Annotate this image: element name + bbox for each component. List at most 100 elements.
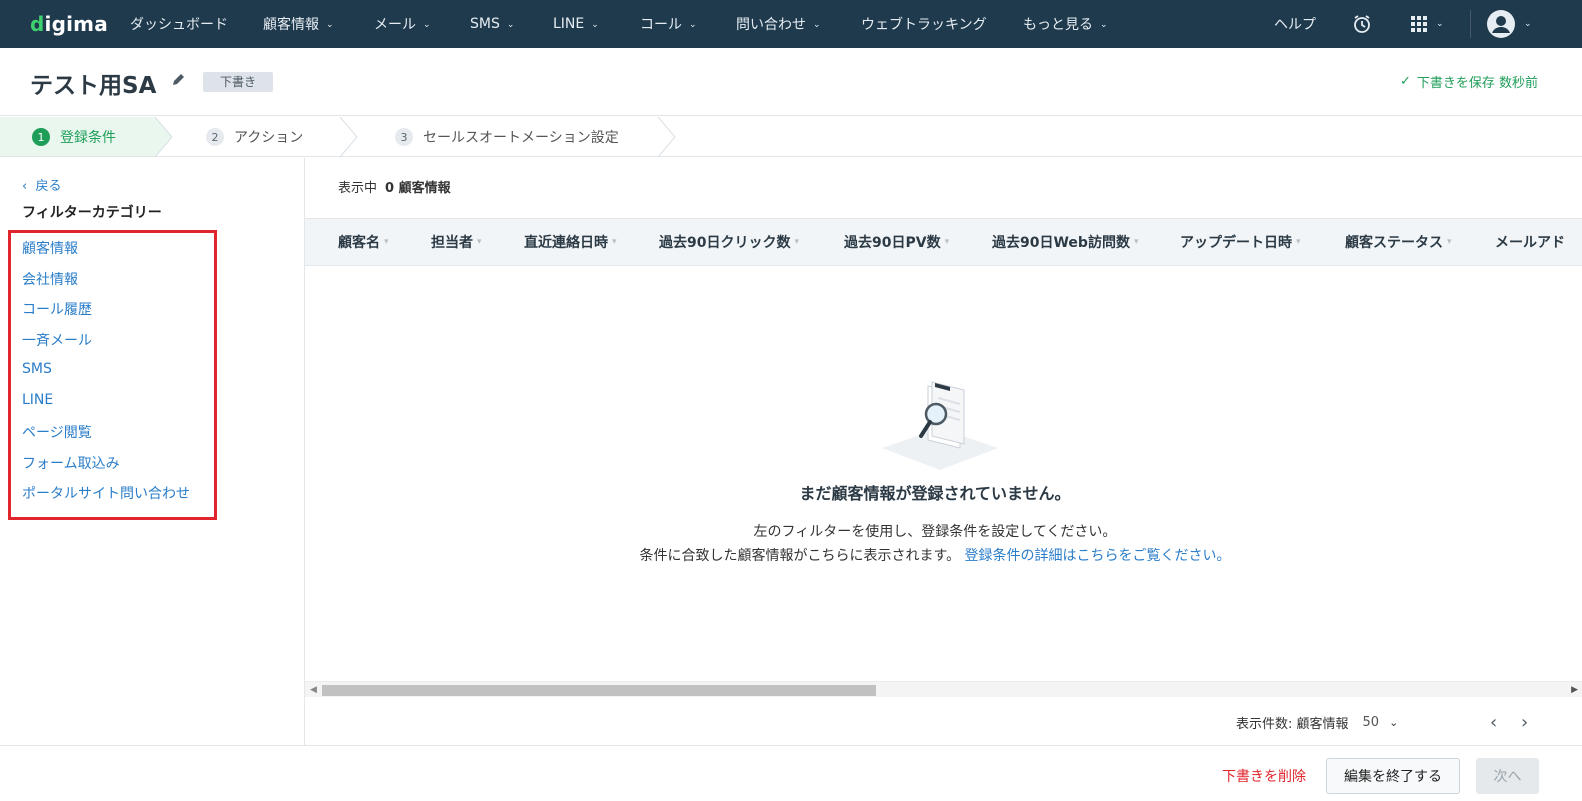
step-2[interactable]: 2 アクション	[206, 117, 303, 157]
title-bar: テスト用SA 下書き ✓ 下書きを保存 数秒前	[0, 48, 1582, 116]
column-label: 直近連絡日時	[524, 235, 608, 251]
chevron-down-icon: ⌄	[1389, 715, 1399, 729]
nav-label: もっと見る	[1023, 17, 1093, 33]
empty-state-message-2: 条件に合致した顧客情報がこちらに表示されます。 登録条件の詳細はこちらをご覧くだ…	[305, 545, 1565, 565]
step-label: 登録条件	[60, 130, 116, 146]
nav-label: LINE	[553, 16, 585, 32]
top-navigation: digima ダッシュボード 顧客情報 ⌄ メール ⌄ SMS ⌄ LINE ⌄ コール…	[0, 0, 1582, 48]
column-web-visits-90d[interactable]: 過去90日Web訪問数 ▾	[992, 219, 1138, 265]
column-updated-at[interactable]: アップデート日時 ▾	[1180, 219, 1301, 265]
chevron-down-icon: ⌄	[326, 20, 334, 30]
column-label: 顧客ステータス	[1345, 235, 1443, 251]
back-label: 戻る	[35, 179, 62, 194]
category-line[interactable]: LINE	[22, 392, 53, 408]
prev-page-icon[interactable]: ‹	[1490, 708, 1497, 736]
category-portal-inquiry[interactable]: ポータルサイト問い合わせ	[22, 483, 190, 503]
details-link[interactable]: 登録条件の詳細はこちらをご覧ください。	[965, 548, 1231, 564]
footer-actions: 下書きを削除 編集を終了する 次へ	[0, 745, 1582, 801]
column-label: 担当者	[431, 235, 473, 251]
digima-logo[interactable]: digima	[30, 12, 108, 36]
step-3[interactable]: 3 セールスオートメーション設定	[395, 117, 619, 157]
scrollbar-thumb[interactable]	[322, 685, 876, 696]
chevron-down-icon: ⌄	[689, 20, 697, 30]
sort-icon: ▾	[1296, 237, 1301, 247]
step-label: セールスオートメーション設定	[423, 130, 619, 146]
column-label: 過去90日PV数	[844, 235, 941, 251]
column-owner[interactable]: 担当者 ▾	[431, 219, 482, 265]
step-number: 2	[206, 128, 224, 146]
user-avatar-icon[interactable]: ⌄	[1486, 0, 1532, 48]
nav-divider	[1470, 10, 1471, 38]
step-1[interactable]: 1 登録条件	[32, 117, 116, 157]
apps-grid-icon[interactable]: ⌄	[1410, 0, 1444, 48]
saved-status-text: 下書きを保存 数秒前	[1416, 76, 1538, 91]
sort-icon: ▾	[794, 237, 800, 247]
results-panel: 表示中 0 顧客情報 顧客名 ▾ 担当者 ▾ 直近連絡日時 ▾ 過去90日クリック数 ▾ …	[305, 158, 1582, 745]
chevron-down-icon: ⌄	[423, 20, 431, 30]
nav-label: 顧客情報	[263, 17, 319, 33]
category-form-import[interactable]: フォーム取込み	[22, 453, 120, 473]
sort-icon: ▾	[477, 237, 482, 247]
alarm-clock-icon[interactable]	[1352, 0, 1372, 48]
column-customer-status[interactable]: 顧客ステータス ▾	[1345, 219, 1452, 265]
chevron-down-icon: ⌄	[1524, 19, 1532, 29]
column-email[interactable]: メールアド	[1495, 219, 1565, 265]
sort-icon: ▾	[384, 237, 389, 247]
nav-label: ダッシュボード	[130, 17, 228, 33]
filter-category-title: フィルターカテゴリー	[22, 205, 162, 221]
nav-label: SMS	[470, 16, 500, 32]
chevron-down-icon: ⌄	[1436, 19, 1444, 29]
result-count: 表示中 0 顧客情報	[338, 177, 451, 196]
page-size-label: 表示件数: 顧客情報	[1236, 716, 1349, 732]
column-clicks-90d[interactable]: 過去90日クリック数 ▾	[659, 219, 799, 265]
empty-state-message: 左のフィルターを使用し、登録条件を設定してください。	[753, 524, 1117, 540]
nav-mail[interactable]: メール ⌄	[374, 0, 431, 48]
saved-status: ✓ 下書きを保存 数秒前	[1400, 72, 1538, 91]
sort-icon: ▾	[612, 237, 617, 247]
category-bulk-mail[interactable]: 一斉メール	[22, 330, 92, 350]
column-label: 顧客名	[338, 235, 380, 251]
category-company-info[interactable]: 会社情報	[22, 269, 78, 289]
nav-line[interactable]: LINE ⌄	[553, 0, 599, 48]
column-customer-name[interactable]: 顧客名 ▾	[338, 219, 389, 265]
pencil-icon[interactable]	[170, 72, 186, 88]
nav-sms[interactable]: SMS ⌄	[470, 0, 514, 48]
end-edit-button[interactable]: 編集を終了する	[1326, 758, 1460, 794]
nav-label: コール	[640, 17, 682, 33]
chevron-down-icon: ⌄	[1100, 20, 1108, 30]
empty-state-text: 条件に合致した顧客情報がこちらに表示されます。	[639, 548, 961, 564]
scroll-left-icon[interactable]: ◀	[310, 682, 317, 698]
help-link[interactable]: ヘルプ	[1274, 0, 1316, 48]
chevron-down-icon: ⌄	[591, 20, 599, 30]
sort-icon: ▾	[1133, 237, 1139, 247]
delete-draft-link[interactable]: 下書きを削除	[1222, 766, 1306, 786]
column-label: 過去90日Web訪問数	[992, 235, 1130, 251]
showing-value: 0 顧客情報	[385, 181, 451, 196]
empty-search-illustration-icon	[882, 381, 998, 470]
nav-call[interactable]: コール ⌄	[640, 0, 697, 48]
chevron-left-icon: ‹	[22, 179, 28, 194]
page-title: テスト用SA	[30, 73, 157, 99]
page-size-value: 50	[1362, 714, 1380, 730]
category-call-history[interactable]: コール履歴	[22, 299, 92, 319]
nav-dashboard[interactable]: ダッシュボード	[130, 0, 228, 48]
category-customer-info[interactable]: 顧客情報	[22, 238, 78, 258]
horizontal-scrollbar[interactable]: ◀ ▶	[305, 681, 1582, 697]
next-button[interactable]: 次へ	[1476, 758, 1539, 794]
page-size-selector[interactable]: 表示件数: 顧客情報 50 ⌄	[1236, 708, 1398, 736]
nav-label: メール	[374, 17, 416, 33]
nav-web-tracking[interactable]: ウェブトラッキング	[861, 0, 987, 48]
nav-more[interactable]: もっと見る ⌄	[1023, 0, 1108, 48]
column-last-contact[interactable]: 直近連絡日時 ▾	[524, 219, 617, 265]
nav-customers[interactable]: 顧客情報 ⌄	[263, 0, 334, 48]
column-pv-90d[interactable]: 過去90日PV数 ▾	[844, 219, 949, 265]
category-sms[interactable]: SMS	[22, 361, 52, 377]
sort-icon: ▾	[1447, 237, 1452, 247]
back-link[interactable]: ‹ 戻る	[22, 175, 61, 194]
next-page-icon[interactable]: ›	[1521, 708, 1528, 736]
nav-inquiry[interactable]: 問い合わせ ⌄	[736, 0, 821, 48]
category-page-view[interactable]: ページ閲覧	[22, 422, 92, 442]
scroll-right-icon[interactable]: ▶	[1571, 682, 1578, 698]
showing-label: 表示中	[338, 181, 378, 196]
chevron-down-icon: ⌄	[506, 20, 515, 30]
